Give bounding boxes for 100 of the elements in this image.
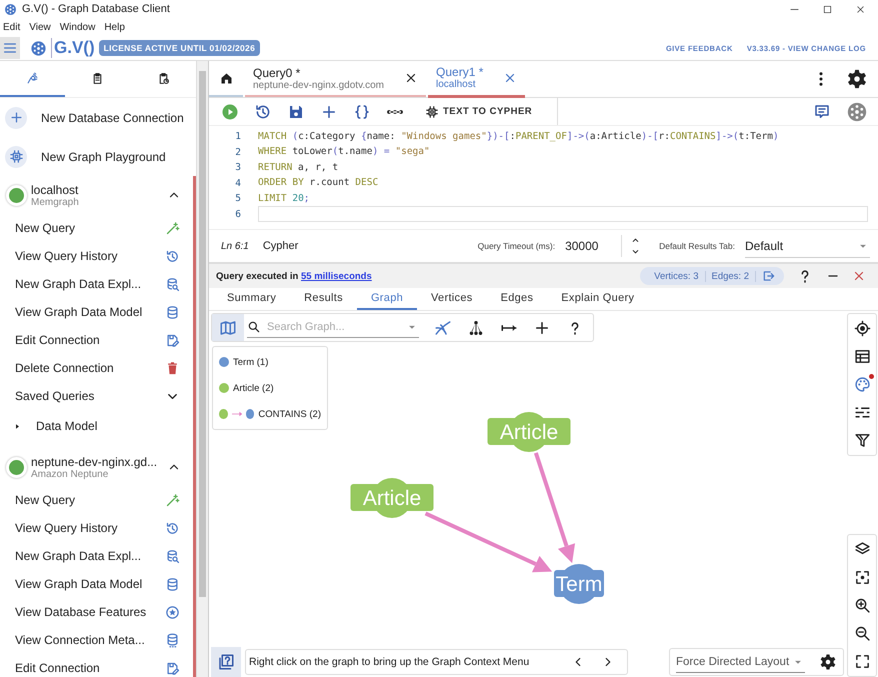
model-icon[interactable] [165,304,180,320]
metadata-icon[interactable] [165,632,180,648]
default-tab-label: Default Results Tab: [659,241,735,251]
results-tab[interactable]: Explain Query [547,288,648,310]
sidebar-item[interactable]: New Graph Data Expl... [15,549,165,563]
hint-text: Right click on the graph to bring up the Graph Context Menu [249,656,530,668]
sidebar-item[interactable]: View Database Features [15,605,165,619]
features-icon[interactable] [165,604,180,620]
app-logo: G.V() [51,38,95,58]
table-icon[interactable] [854,348,870,365]
fullscreen-icon[interactable] [854,653,870,670]
history-icon[interactable] [165,248,180,264]
sidebar-item[interactable]: Delete Connection [15,361,165,375]
logo-icon [4,2,17,16]
plus-icon [8,110,24,125]
line-number: 5 [234,193,242,204]
map-button[interactable] [212,314,244,341]
edit-icon[interactable] [165,332,180,348]
model-icon[interactable] [165,576,180,592]
sidebar-item[interactable]: View Query History [15,521,165,535]
tree-item[interactable]: Data Model [36,419,193,433]
query-tab[interactable]: Query0 * neptune-dev-nginx.gdotv.com [245,61,426,97]
sidebar-item[interactable]: View Query History [15,249,165,263]
results-tab[interactable]: Results [290,288,357,310]
duration-link[interactable]: 55 milliseconds [301,270,372,282]
sidebar-item[interactable]: Saved Queries [15,389,165,403]
code-line[interactable]: WHERE toLower(t.name) = "sega" [258,145,878,160]
sidebar-action[interactable]: New Database Connection [0,98,196,137]
chip-icon [425,104,439,118]
tree-icon[interactable] [467,318,485,336]
settings-icon[interactable] [846,68,868,90]
maximize-icon[interactable] [822,4,833,14]
history-icon[interactable] [165,520,180,536]
map-icon [219,318,237,336]
results-tab[interactable]: Vertices [417,288,487,310]
code-line[interactable]: LIMIT 20; [258,192,878,206]
timeout-field[interactable]: 30000 [565,239,612,253]
delete-icon[interactable] [165,360,180,376]
query-tab[interactable]: Query1 * localhost [428,60,526,98]
connection-name[interactable]: localhost [31,182,79,196]
menu-button[interactable] [0,37,20,59]
line-number: 1 [234,131,242,142]
line-number: 3 [234,162,242,174]
code-line[interactable]: ORDER BY r.count DESC [258,176,878,190]
line-number: 2 [234,146,242,158]
sidebar-item[interactable]: View Graph Data Model [15,305,165,319]
menu-item[interactable]: Help [104,22,125,32]
history-icon[interactable] [254,102,272,120]
sidebar-item[interactable]: Edit Connection [15,333,165,347]
legend-label[interactable]: Term (1) [233,356,268,368]
braces-icon[interactable] [353,102,371,120]
text-to-cypher-button[interactable]: TEXT TO CYPHER [419,104,538,120]
results-tab[interactable]: Graph [356,288,418,310]
code-line[interactable]: RETURN a, r, t [258,160,878,175]
language-label: Cypher [262,240,298,252]
search-icon [247,320,261,334]
sidebar-item[interactable]: New Query [15,493,165,507]
help-button[interactable] [211,647,241,677]
settings-icon[interactable] [819,653,837,671]
curve-icon[interactable] [434,318,452,336]
zoom-out-icon[interactable] [854,625,870,642]
scrollbar[interactable] [196,61,208,677]
export-icon[interactable] [762,269,776,283]
focus-icon[interactable] [854,569,870,586]
sidebar-item[interactable]: View Connection Meta... [15,633,165,647]
line-number: 4 [234,178,242,189]
legend-dot [246,409,254,419]
wand-icon[interactable] [165,220,180,236]
palette-icon[interactable] [854,376,870,393]
sidebar-action[interactable]: New Graph Playground [0,137,196,176]
connection-name[interactable]: neptune-dev-nginx.gd... [31,454,158,468]
legend-label[interactable]: CONTAINS (2) [258,408,321,420]
chat-icon[interactable] [813,102,831,120]
edge-count[interactable]: Edges: 2 [706,270,756,282]
default-tab-select[interactable]: Default [745,234,870,258]
menu-item[interactable]: Window [60,22,96,32]
menu-item[interactable]: Edit [3,22,20,32]
menu-item[interactable]: View [29,22,51,32]
target-icon[interactable] [854,320,870,337]
sidebar-item[interactable]: View Graph Data Model [15,577,165,591]
explore-icon[interactable] [165,548,180,564]
close-icon[interactable] [855,4,866,14]
results-tab[interactable]: Edges [486,288,548,310]
timeout-label: Query Timeout (ms): [478,241,556,251]
sidebar-item[interactable]: New Graph Data Expl... [15,277,165,291]
legend-label[interactable]: Article (2) [233,382,274,394]
zoom-in-icon[interactable] [854,597,870,614]
results-tab[interactable]: Summary [213,288,290,310]
explore-icon[interactable] [165,276,180,292]
clipboard-icon [91,72,104,84]
code-line[interactable]: MATCH (c:Category {name: "Windows games"})-[:PARENT_OF]->(a:Article)-[r:CONTAINS]->(t:Term) [258,130,878,144]
run-icon[interactable] [221,102,239,120]
sidebar-item[interactable]: New Query [15,221,165,235]
sidebar-item[interactable]: Edit Connection [15,661,165,675]
wand-icon[interactable] [165,492,180,508]
vertex-count[interactable]: Vertices: 3 [648,270,706,282]
logo-icon[interactable] [846,100,868,122]
edit-icon[interactable] [165,660,180,676]
filter-icon[interactable] [854,432,870,449]
license-badge: LICENSE ACTIVE UNTIL 01/02/2026 [98,40,260,56]
